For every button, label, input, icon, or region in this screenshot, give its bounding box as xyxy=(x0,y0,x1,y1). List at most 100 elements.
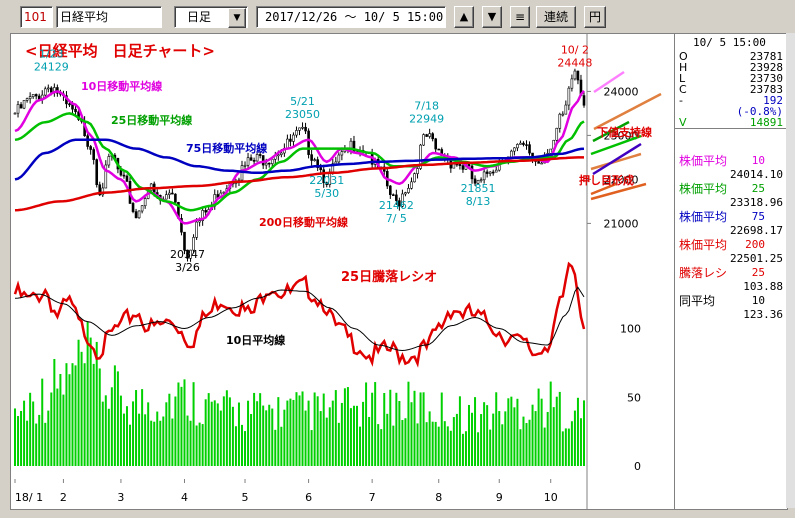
volume-bar xyxy=(380,429,383,466)
candle-body xyxy=(125,175,129,182)
volume-bar xyxy=(301,391,304,466)
volume-bar xyxy=(416,423,419,466)
volume-bar xyxy=(516,398,519,466)
candle-body xyxy=(286,138,289,149)
volume-bar xyxy=(371,392,374,466)
candle-body xyxy=(428,133,431,137)
chevron-down-icon[interactable]: ▼ xyxy=(228,8,246,28)
volume-bar xyxy=(113,365,116,466)
series-line-10日平均線 xyxy=(14,286,585,352)
volume-bar xyxy=(422,392,425,466)
volume-bar xyxy=(579,418,582,466)
candle-body xyxy=(289,138,292,142)
vertical-scrollbar[interactable] xyxy=(786,33,795,508)
osc-tick-label: 0 xyxy=(634,460,641,473)
volume-bar xyxy=(53,358,56,466)
volume-bar xyxy=(110,387,113,466)
chart-area[interactable]: 24000 23000 22000 21000 100 50 0 18/ 1234567891… xyxy=(10,33,675,510)
candle-body xyxy=(452,163,456,169)
volume-bar xyxy=(573,410,576,466)
candle-body xyxy=(461,165,465,170)
menu-button[interactable]: ≡ xyxy=(510,6,530,28)
candle-body xyxy=(485,171,489,174)
volume-bar xyxy=(319,411,322,466)
candle-body xyxy=(295,130,298,136)
price-annotation: 7/ 5 xyxy=(386,212,407,225)
chart-label: 10日平均線 xyxy=(226,333,285,347)
x-tick-label: 18/ 1 xyxy=(15,491,43,504)
volume-bar xyxy=(32,401,35,466)
candle-body xyxy=(25,98,29,101)
scroll-up-button[interactable]: ▲ xyxy=(454,6,474,28)
candle-body xyxy=(165,194,168,200)
volume-bar xyxy=(419,392,422,466)
price-annotation: 20347 xyxy=(170,248,205,261)
candle-body xyxy=(525,144,528,146)
indicator-param-5: 10 xyxy=(751,294,765,307)
volume-bar xyxy=(389,389,392,466)
candle-body xyxy=(513,147,516,152)
volume-bar xyxy=(431,421,434,466)
continuous-button[interactable]: 連続 xyxy=(536,6,576,28)
volume-bar xyxy=(56,388,59,466)
indicator-value-4: 103.88 xyxy=(743,280,783,293)
date-range-field[interactable]: 2017/12/26 ～ 10/ 5 15:00 xyxy=(256,6,446,28)
volume-bar xyxy=(325,417,328,466)
volume-bar xyxy=(576,397,579,466)
scroll-down-button[interactable]: ▼ xyxy=(482,6,502,28)
volume-bar xyxy=(310,430,313,466)
candle-body xyxy=(576,70,580,81)
volume-bar xyxy=(304,410,307,466)
volume-bar xyxy=(41,378,44,466)
volume-bar xyxy=(144,414,147,466)
x-tick-label: 8 xyxy=(435,491,442,504)
indicator-value-3: 22501.25 xyxy=(730,252,783,265)
volume-bar xyxy=(292,399,295,466)
yen-button[interactable]: 円 xyxy=(584,6,606,28)
volume-bar xyxy=(116,371,119,466)
volume-bar xyxy=(343,388,346,466)
indicator-label-3: 株価平均 xyxy=(679,238,728,252)
volume-bar xyxy=(59,373,62,466)
candle-body xyxy=(68,103,71,106)
candle-body xyxy=(168,192,171,195)
candle-body xyxy=(246,157,250,166)
indicator-param-1: 25 xyxy=(751,182,765,195)
period-select[interactable]: 日足 ▼ xyxy=(174,6,248,28)
volume-bar xyxy=(129,424,132,466)
candle-body xyxy=(140,205,144,212)
candle-body xyxy=(470,165,474,180)
chart-label: 200日移動平均線 xyxy=(259,215,348,229)
volume-bar xyxy=(458,396,461,466)
price-annotation: 8/13 xyxy=(466,195,491,208)
volume-bar xyxy=(561,431,564,466)
volume-bar xyxy=(250,414,253,466)
chart-label: 25日移動平均線 xyxy=(111,113,192,127)
volume-bar xyxy=(147,402,150,466)
volume-bar xyxy=(135,390,138,466)
volume-bar xyxy=(277,397,280,466)
candle-body xyxy=(270,158,274,164)
volume-bar xyxy=(392,425,395,466)
volume-bar xyxy=(65,363,68,466)
volume-bar xyxy=(322,393,325,466)
candle-body xyxy=(86,135,89,147)
stock-code-field[interactable]: 101 xyxy=(20,6,53,28)
candle-body xyxy=(479,179,483,182)
volume-bar xyxy=(244,431,247,466)
candle-body xyxy=(570,78,574,89)
candle-body xyxy=(280,152,283,155)
volume-bar xyxy=(455,413,458,466)
volume-bar xyxy=(316,396,319,466)
trend-line xyxy=(592,142,642,176)
volume-bar xyxy=(504,411,507,466)
volume-bar xyxy=(546,411,549,466)
volume-bar xyxy=(480,414,483,466)
volume-bar xyxy=(374,382,377,466)
candle-body xyxy=(243,164,247,167)
osc-tick-label: 100 xyxy=(620,323,641,336)
indicator-param-3: 200 xyxy=(745,238,765,251)
indicator-label-4: 騰落レシ xyxy=(679,266,728,280)
candle-body xyxy=(107,156,111,166)
stock-chart-svg: 2400023000220002100010050018/ 1234567891… xyxy=(13,34,662,509)
